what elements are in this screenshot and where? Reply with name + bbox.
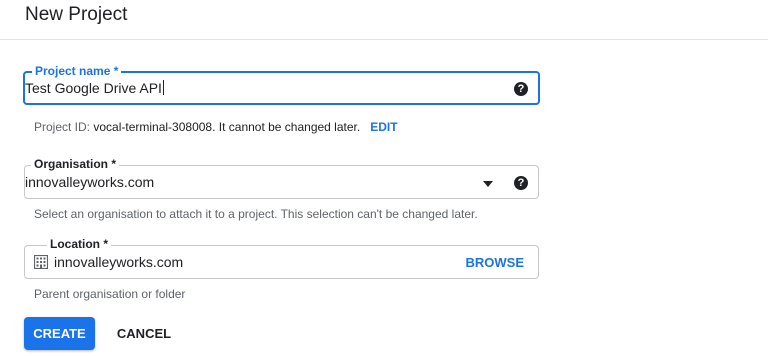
project-name-input[interactable]: Test Google Drive API bbox=[25, 80, 164, 96]
help-icon[interactable]: ? bbox=[514, 82, 528, 96]
organisation-label: Organisation * bbox=[31, 157, 120, 172]
organisation-select[interactable]: Organisation * innovalleyworks.com ? bbox=[24, 157, 539, 199]
location-value: innovalleyworks.com bbox=[54, 254, 184, 270]
project-id-suffix: . It cannot be changed later. bbox=[212, 120, 361, 134]
location-label: Location * bbox=[47, 237, 112, 252]
organisation-hint: Select an organisation to attach it to a… bbox=[34, 207, 478, 221]
create-button[interactable]: CREATE bbox=[24, 317, 95, 350]
project-id-prefix: Project ID: bbox=[34, 120, 94, 134]
building-icon bbox=[34, 255, 48, 269]
location-field[interactable]: Location * innovalleyworks.com BROWSE bbox=[24, 237, 539, 279]
edit-project-id-link[interactable]: EDIT bbox=[370, 120, 397, 134]
project-id-value: vocal-terminal-308008 bbox=[93, 120, 213, 134]
organisation-value: innovalleyworks.com bbox=[25, 174, 155, 190]
project-name-field[interactable]: Project name * Test Google Drive API ? bbox=[23, 64, 540, 105]
project-id-hint: Project ID: vocal-terminal-308008. It ca… bbox=[34, 120, 398, 134]
cancel-button[interactable]: CANCEL bbox=[108, 317, 180, 350]
page-title: New Project bbox=[25, 4, 128, 25]
location-hint: Parent organisation or folder bbox=[34, 287, 186, 301]
help-icon[interactable]: ? bbox=[514, 176, 528, 190]
dropdown-arrow-icon[interactable] bbox=[483, 181, 493, 187]
browse-button[interactable]: BROWSE bbox=[466, 256, 525, 270]
header: New Project bbox=[0, 0, 768, 40]
text-caret bbox=[162, 80, 164, 95]
project-name-label: Project name * bbox=[32, 64, 122, 79]
project-name-value: Test Google Drive API bbox=[25, 80, 162, 96]
